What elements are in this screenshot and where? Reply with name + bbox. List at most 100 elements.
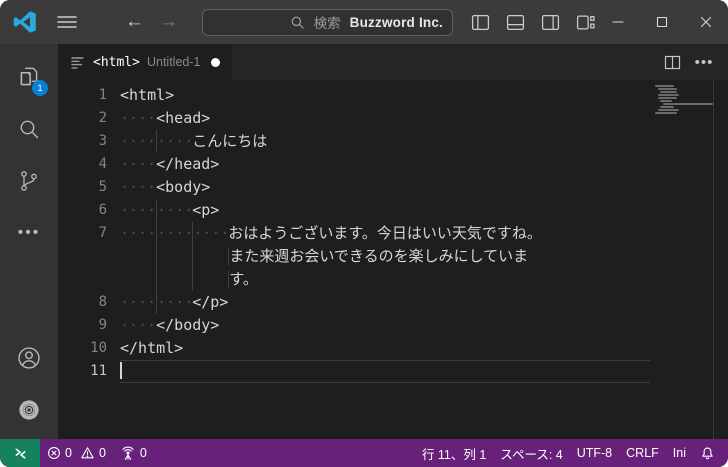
toggle-panel-icon[interactable]	[504, 11, 526, 33]
editor-tab-bar: <html> Untitled-1 •••	[58, 44, 728, 80]
code-lines: 1 <html> 2 ····<head> 3 ········こんにちは 4 ····</h…	[58, 80, 728, 383]
ports-indicator[interactable]: 0	[113, 439, 154, 467]
tab-description: Untitled-1	[146, 55, 201, 69]
status-bar-right: 行 11、列 1 スペース: 4 UTF-8 CRLF Ini	[415, 439, 728, 467]
line-content: ········</p>	[120, 291, 650, 314]
error-icon	[48, 447, 60, 459]
line-number: 1	[98, 87, 107, 103]
search-icon	[291, 16, 304, 29]
split-editor-icon[interactable]	[660, 50, 684, 74]
vscode-window: ← → 検索 Buzzword Inc. 1 ••• <html> Untitl…	[0, 0, 728, 467]
whitespace-dots	[120, 245, 156, 268]
code-text: <head>	[156, 109, 211, 127]
code-text: <body>	[156, 178, 211, 196]
code-text: また来週お会いできるのを楽しみにしていま	[228, 247, 529, 265]
cursor-position[interactable]: 行 11、列 1	[415, 439, 493, 467]
line-content: </html>	[120, 337, 650, 360]
code-line[interactable]: 7 ············おはようございます。今日はいい天気ですね。	[58, 222, 728, 245]
code-line[interactable]: また来週お会いできるのを楽しみにしていま	[58, 245, 728, 268]
line-number: 2	[98, 110, 107, 126]
close-button[interactable]	[684, 0, 728, 44]
line-content: また来週お会いできるのを楽しみにしていま	[120, 245, 650, 268]
search-placeholder: 検索	[313, 16, 341, 31]
settings-gear-icon[interactable]	[5, 387, 53, 433]
code-line[interactable]: 4 ····</head>	[58, 153, 728, 176]
unsaved-dot-icon[interactable]	[211, 57, 221, 67]
broadcast-tower-icon	[122, 446, 134, 460]
minimize-button[interactable]	[596, 0, 640, 44]
code-text: <html>	[120, 86, 175, 104]
overview-ruler	[713, 80, 714, 439]
toggle-secondary-sidebar-icon[interactable]	[539, 11, 561, 33]
whitespace-dots	[156, 245, 192, 268]
line-number: 4	[98, 156, 107, 172]
search-sidebar-icon[interactable]	[5, 106, 53, 152]
forward-arrow-icon[interactable]: →	[158, 11, 180, 33]
maximize-button[interactable]	[640, 0, 684, 44]
code-line[interactable]: 8 ········</p>	[58, 291, 728, 314]
whitespace-dots	[156, 268, 192, 291]
plaintext-file-icon	[71, 56, 84, 69]
line-number: 6	[98, 202, 107, 218]
tab-untitled-1[interactable]: <html> Untitled-1	[58, 44, 233, 80]
window-controls	[596, 0, 728, 44]
line-content: ········<p>	[120, 199, 650, 222]
editor-more-actions-icon[interactable]: •••	[692, 50, 716, 74]
remote-indicator[interactable]	[0, 439, 40, 467]
code-line[interactable]: 10 </html>	[58, 337, 728, 360]
title-bar: ← → 検索 Buzzword Inc.	[0, 0, 728, 44]
line-number	[58, 245, 120, 268]
whitespace-dots: ····	[156, 222, 192, 245]
menu-hamburger-icon[interactable]	[57, 15, 78, 29]
line-content: <html>	[120, 84, 650, 107]
line-content	[120, 360, 650, 383]
accounts-icon[interactable]	[5, 335, 53, 381]
line-number: 10	[90, 340, 107, 356]
encoding-setting[interactable]: UTF-8	[570, 439, 619, 467]
editor-pane[interactable]: 1 <html> 2 ····<head> 3 ········こんにちは 4 ····</h…	[58, 80, 728, 439]
source-control-icon[interactable]	[5, 158, 53, 204]
whitespace-dots: ····	[156, 291, 192, 314]
activity-bar: 1 •••	[0, 44, 58, 439]
status-bar-left: 0 0 0	[0, 439, 154, 467]
code-text: </p>	[192, 293, 229, 311]
minimap-row	[655, 115, 713, 118]
code-line[interactable]: す。	[58, 268, 728, 291]
line-content: ····<body>	[120, 176, 650, 199]
line-content: ····</head>	[120, 153, 650, 176]
language-mode[interactable]: Ini	[666, 439, 693, 467]
line-number: 9	[98, 317, 107, 333]
notifications-bell[interactable]	[693, 439, 722, 467]
whitespace-dots: ····	[120, 316, 157, 334]
explorer-icon[interactable]: 1	[5, 54, 53, 100]
code-line[interactable]: 11	[58, 360, 728, 383]
window-title: Buzzword Inc.	[349, 14, 444, 30]
more-views-icon[interactable]: •••	[5, 210, 53, 256]
toggle-primary-sidebar-icon[interactable]	[469, 11, 491, 33]
problems-indicator[interactable]: 0 0	[40, 439, 113, 467]
command-center-search[interactable]: 検索 Buzzword Inc.	[201, 8, 454, 36]
back-arrow-icon[interactable]: ←	[124, 11, 146, 33]
line-content: ········こんにちは	[120, 130, 650, 153]
code-text: す。	[228, 270, 258, 288]
code-line[interactable]: 3 ········こんにちは	[58, 130, 728, 153]
eol-setting[interactable]: CRLF	[619, 439, 666, 467]
code-line[interactable]: 2 ····<head>	[58, 107, 728, 130]
code-line[interactable]: 1 <html>	[58, 84, 728, 107]
line-number	[58, 268, 120, 291]
bell-icon	[702, 447, 713, 459]
minimap[interactable]	[655, 85, 713, 118]
whitespace-dots: ····	[120, 293, 157, 311]
line-content: す。	[120, 268, 650, 291]
code-line[interactable]: 5 ····<body>	[58, 176, 728, 199]
customize-layout-icon[interactable]	[574, 11, 596, 33]
code-line[interactable]: 6 ········<p>	[58, 199, 728, 222]
line-number: 7	[98, 225, 107, 241]
text-cursor	[120, 362, 122, 379]
indentation-setting[interactable]: スペース: 4	[493, 439, 569, 467]
line-number: 3	[98, 133, 107, 149]
code-text: </html>	[120, 339, 184, 357]
line-number: 8	[98, 294, 107, 310]
code-line[interactable]: 9 ····</body>	[58, 314, 728, 337]
line-number: 5	[98, 179, 107, 195]
